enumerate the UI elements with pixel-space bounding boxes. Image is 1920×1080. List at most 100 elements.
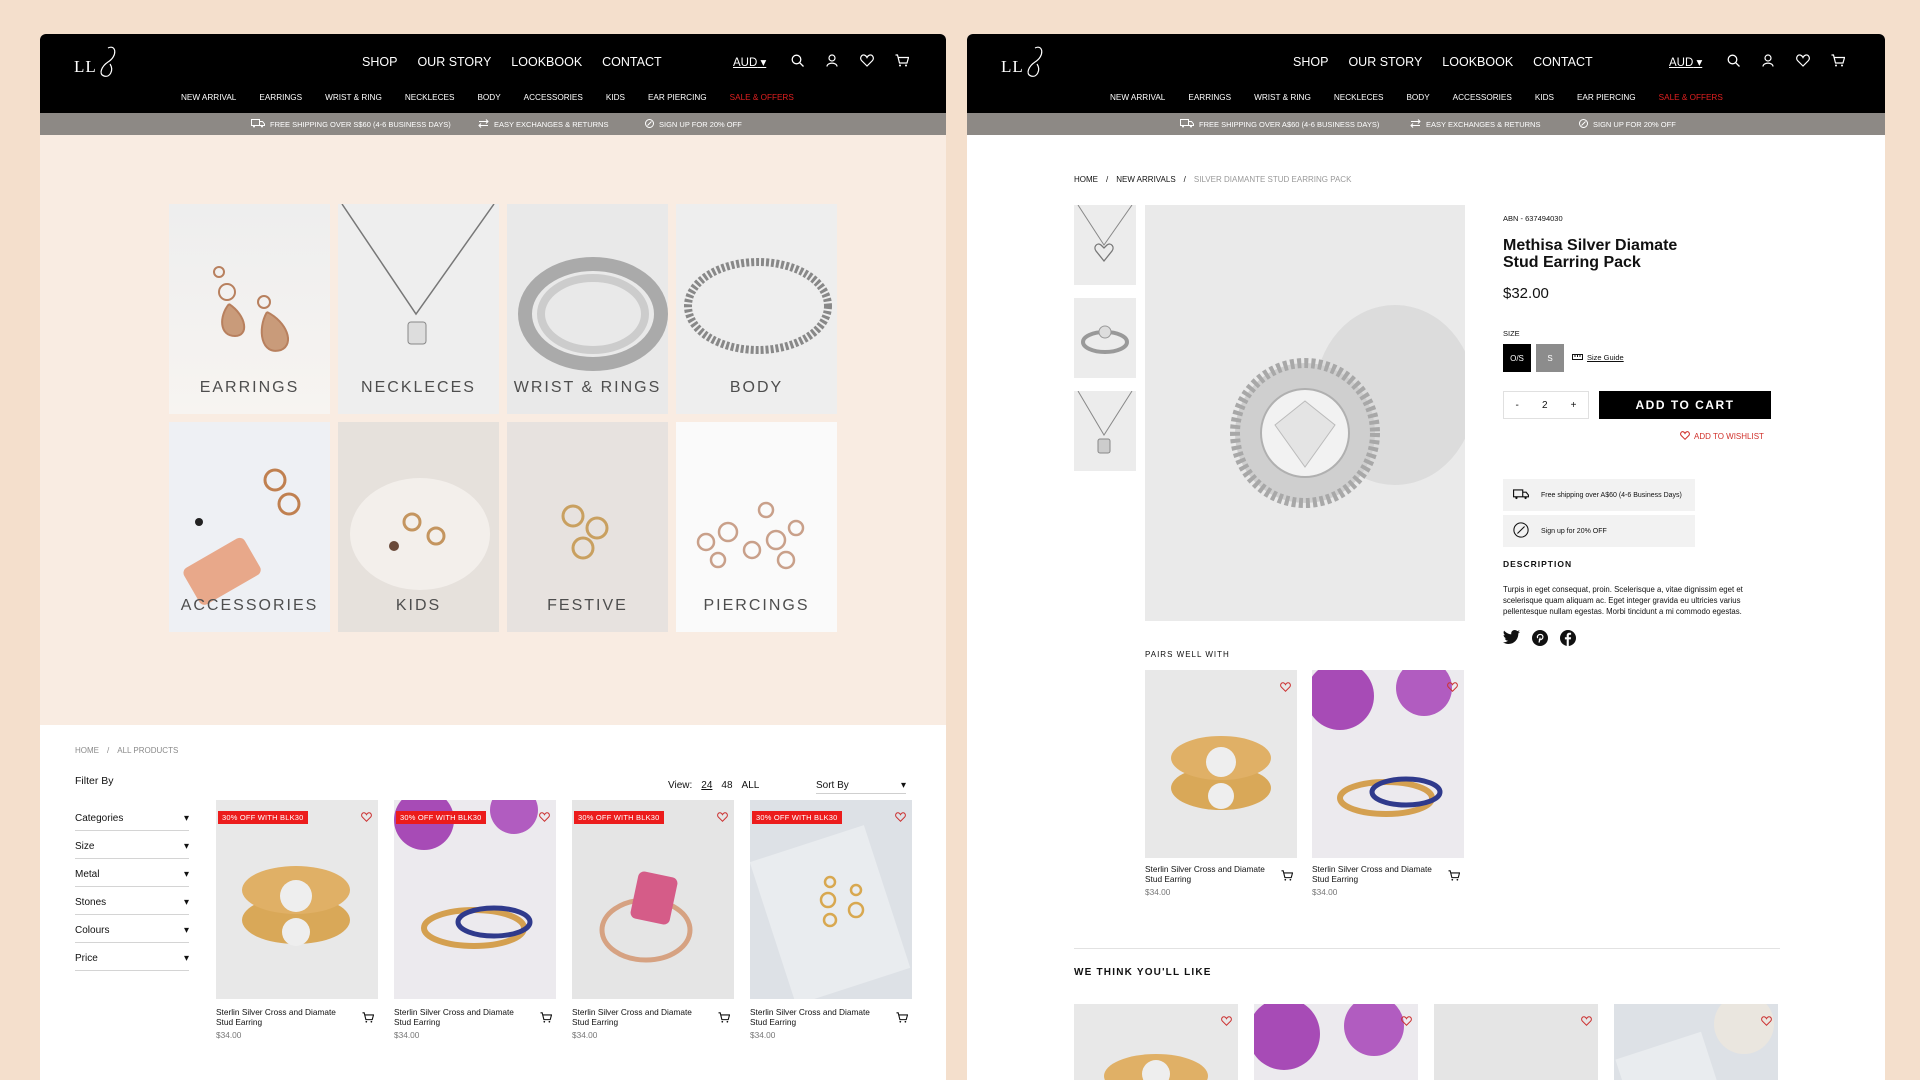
subnav-body[interactable]: BODY xyxy=(477,93,500,102)
category-tile-festive[interactable]: FESTIVE xyxy=(507,422,668,632)
cart-icon[interactable] xyxy=(362,1010,375,1028)
cart-icon[interactable] xyxy=(540,1010,553,1028)
breadcrumb-home[interactable]: HOME xyxy=(75,746,99,755)
product-image[interactable]: 30% OFF WITH BLK30 xyxy=(750,800,912,999)
search-icon[interactable] xyxy=(788,51,806,69)
subnav-kids[interactable]: KIDS xyxy=(606,93,625,102)
size-option-s[interactable]: S xyxy=(1536,344,1564,372)
product-name[interactable]: Sterlin Silver Cross and Diamate Stud Ea… xyxy=(216,1007,346,1027)
heart-icon[interactable] xyxy=(1280,679,1291,697)
heart-icon[interactable] xyxy=(1221,1013,1232,1031)
category-tile-accessories[interactable]: ACCESSORIES xyxy=(169,422,330,632)
cart-icon[interactable] xyxy=(896,1010,909,1028)
filter-price[interactable]: Price ▾ xyxy=(75,943,189,971)
nav-our-story[interactable]: OUR STORY xyxy=(1348,55,1422,69)
sort-dropdown[interactable]: Sort By ▾ xyxy=(816,780,906,794)
subnav-wrist-ring[interactable]: WRIST & RING xyxy=(1254,93,1311,102)
product-main-image[interactable] xyxy=(1145,205,1465,621)
nav-shop[interactable]: SHOP xyxy=(362,55,397,69)
nav-our-story[interactable]: OUR STORY xyxy=(417,55,491,69)
product-thumbnail[interactable] xyxy=(1074,205,1136,285)
product-image[interactable] xyxy=(1145,670,1297,858)
subnav-neckleces[interactable]: NECKLECES xyxy=(1334,93,1384,102)
pinterest-icon[interactable] xyxy=(1532,630,1548,651)
heart-icon[interactable] xyxy=(1794,51,1812,69)
product-card[interactable]: 30% OFF WITH BLK30 Sterlin Silver Cross … xyxy=(394,800,556,1040)
product-image[interactable]: 30% OFF WITH BLK30 xyxy=(572,800,734,999)
category-tile-earrings[interactable]: EARRINGS xyxy=(169,204,330,414)
heart-icon[interactable] xyxy=(1761,1013,1772,1031)
subnav-ear-piercing[interactable]: EAR PIERCING xyxy=(648,93,707,102)
heart-icon[interactable] xyxy=(717,809,728,827)
heart-icon[interactable] xyxy=(361,809,372,827)
subnav-earrings[interactable]: EARRINGS xyxy=(259,93,302,102)
nav-lookbook[interactable]: LOOKBOOK xyxy=(511,55,582,69)
user-icon[interactable] xyxy=(1759,51,1777,69)
product-card[interactable]: 30% OFF WITH BLK30 Sterlin Silver Cross … xyxy=(572,800,734,1040)
nav-shop[interactable]: SHOP xyxy=(1293,55,1328,69)
recommended-product-card[interactable] xyxy=(1614,1004,1778,1080)
subnav-earrings[interactable]: EARRINGS xyxy=(1188,93,1231,102)
category-tile-wrist-rings[interactable]: WRIST & RINGS xyxy=(507,204,668,414)
filter-colours[interactable]: Colours ▾ xyxy=(75,915,189,943)
product-name[interactable]: Sterlin Silver Cross and Diamate Stud Ea… xyxy=(750,1007,880,1027)
logo[interactable]: LL xyxy=(74,44,134,82)
subnav-body[interactable]: BODY xyxy=(1406,93,1429,102)
product-name[interactable]: Sterlin Silver Cross and Diamate Stud Ea… xyxy=(1145,864,1275,884)
pair-product-card[interactable]: Sterlin Silver Cross and Diamate Stud Ea… xyxy=(1312,670,1464,897)
view-48[interactable]: 48 xyxy=(721,780,732,791)
subnav-wrist-ring[interactable]: WRIST & RING xyxy=(325,93,382,102)
product-image[interactable]: 30% OFF WITH BLK30 xyxy=(216,800,378,999)
add-to-wishlist-link[interactable]: ADD TO WISHLIST xyxy=(1680,431,1764,442)
subnav-new-arrival[interactable]: NEW ARRIVAL xyxy=(1110,93,1165,102)
search-icon[interactable] xyxy=(1724,51,1742,69)
product-thumbnail[interactable] xyxy=(1074,391,1136,471)
twitter-icon[interactable] xyxy=(1503,630,1520,651)
subnav-sale[interactable]: SALE & OFFERS xyxy=(1659,93,1723,102)
filter-metal[interactable]: Metal ▾ xyxy=(75,859,189,887)
product-image[interactable] xyxy=(1312,670,1464,858)
product-image[interactable]: 30% OFF WITH BLK30 xyxy=(394,800,556,999)
subnav-sale[interactable]: SALE & OFFERS xyxy=(730,93,794,102)
currency-selector[interactable]: AUD ▾ xyxy=(1669,55,1702,69)
breadcrumb-new-arrivals[interactable]: NEW ARRIVALS xyxy=(1116,175,1175,184)
category-tile-neckleces[interactable]: NECKLECES xyxy=(338,204,499,414)
category-tile-body[interactable]: BODY xyxy=(676,204,837,414)
view-24[interactable]: 24 xyxy=(701,780,712,791)
recommended-product-card[interactable] xyxy=(1074,1004,1238,1080)
cart-icon[interactable] xyxy=(893,51,911,69)
heart-icon[interactable] xyxy=(1447,679,1458,697)
cart-icon[interactable] xyxy=(1448,868,1461,886)
filter-categories[interactable]: Categories ▾ xyxy=(75,803,189,831)
quantity-increase[interactable]: + xyxy=(1571,400,1577,411)
subnav-ear-piercing[interactable]: EAR PIERCING xyxy=(1577,93,1636,102)
quantity-decrease[interactable]: - xyxy=(1516,400,1519,411)
filter-size[interactable]: Size ▾ xyxy=(75,831,189,859)
heart-icon[interactable] xyxy=(1581,1013,1592,1031)
view-all[interactable]: ALL xyxy=(742,780,760,791)
category-tile-kids[interactable]: KIDS xyxy=(338,422,499,632)
cart-icon[interactable] xyxy=(718,1010,731,1028)
filter-stones[interactable]: Stones ▾ xyxy=(75,887,189,915)
subnav-new-arrival[interactable]: NEW ARRIVAL xyxy=(181,93,236,102)
subnav-neckleces[interactable]: NECKLECES xyxy=(405,93,455,102)
nav-contact[interactable]: CONTACT xyxy=(602,55,662,69)
heart-icon[interactable] xyxy=(895,809,906,827)
facebook-icon[interactable] xyxy=(1560,630,1576,651)
recommended-product-card[interactable] xyxy=(1434,1004,1598,1080)
currency-selector[interactable]: AUD ▾ xyxy=(733,55,766,69)
cart-icon[interactable] xyxy=(1281,868,1294,886)
user-icon[interactable] xyxy=(823,51,841,69)
pair-product-card[interactable]: Sterlin Silver Cross and Diamate Stud Ea… xyxy=(1145,670,1297,897)
add-to-cart-button[interactable]: ADD TO CART xyxy=(1599,391,1771,419)
product-name[interactable]: Sterlin Silver Cross and Diamate Stud Ea… xyxy=(572,1007,702,1027)
category-tile-piercings[interactable]: PIERCINGS xyxy=(676,422,837,632)
logo[interactable]: LL xyxy=(1001,44,1061,82)
quantity-value[interactable]: 2 xyxy=(1542,400,1548,411)
subnav-kids[interactable]: KIDS xyxy=(1535,93,1554,102)
product-card[interactable]: 30% OFF WITH BLK30 Sterlin Silver Cross … xyxy=(750,800,912,1040)
heart-icon[interactable] xyxy=(539,809,550,827)
size-guide-link[interactable]: Size Guide xyxy=(1572,353,1624,362)
breadcrumb-home[interactable]: HOME xyxy=(1074,175,1098,184)
product-name[interactable]: Sterlin Silver Cross and Diamate Stud Ea… xyxy=(1312,864,1442,884)
